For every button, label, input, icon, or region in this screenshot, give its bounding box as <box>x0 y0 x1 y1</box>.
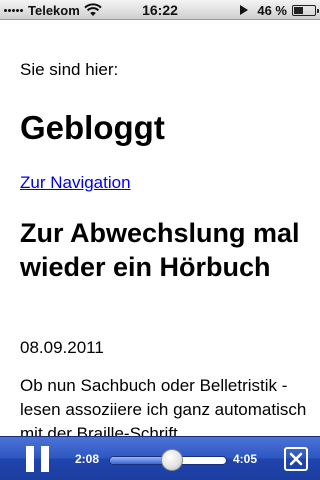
skip-to-navigation-link[interactable]: Zur Navigation <box>20 173 131 193</box>
close-icon[interactable] <box>284 447 308 471</box>
site-title: Gebloggt <box>20 109 165 146</box>
battery-icon <box>292 4 319 16</box>
breadcrumb-label: Sie sind hier: <box>20 60 119 79</box>
remaining-time: 4:05 <box>233 452 258 466</box>
pause-icon[interactable] <box>26 446 50 472</box>
post-date: 08.09.2011 <box>20 338 104 357</box>
status-bar: Telekom 16:22 46 % <box>0 0 320 20</box>
progress-thumb[interactable] <box>160 449 183 471</box>
audio-player-bar: 2:08 4:05 <box>0 436 320 480</box>
status-right: 46 % <box>240 2 319 18</box>
elapsed-time: 2:08 <box>75 452 100 466</box>
battery-percent: 46 % <box>257 2 287 18</box>
play-indicator-icon <box>240 5 249 15</box>
post-title: Zur Abwechslung mal wieder ein Hörbuch <box>20 218 300 282</box>
battery-level <box>294 6 304 14</box>
